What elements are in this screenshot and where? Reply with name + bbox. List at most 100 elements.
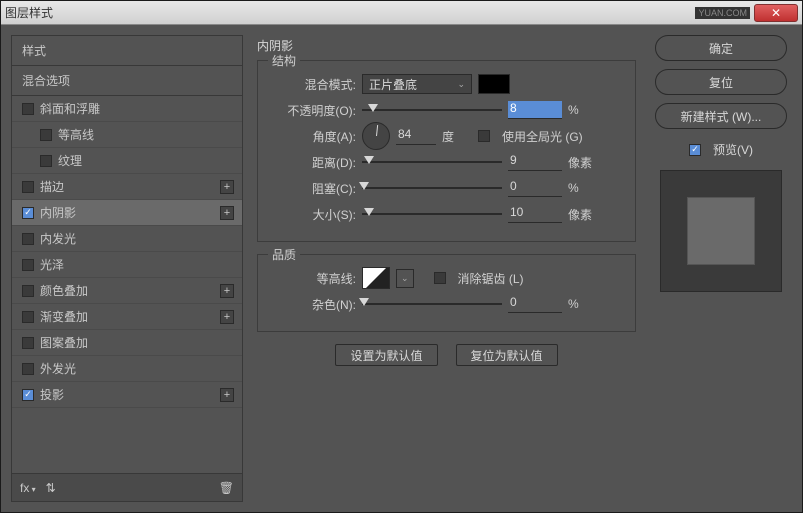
sidebar-item-outer-glow[interactable]: 外发光: [12, 356, 242, 382]
unit-px: 像素: [568, 206, 598, 223]
quality-group: 品质 等高线: ⌄ 消除锯齿 (L) 杂色(N): 0 %: [257, 254, 636, 332]
unit-degree: 度: [442, 128, 472, 145]
checkbox[interactable]: [22, 181, 34, 193]
sidebar-item-gradient-overlay[interactable]: 渐变叠加 +: [12, 304, 242, 330]
window-title: 图层样式: [5, 4, 695, 21]
preview-thumbnail: [660, 170, 782, 292]
styles-header[interactable]: 样式: [12, 36, 242, 66]
sidebar-item-bevel[interactable]: 斜面和浮雕: [12, 96, 242, 122]
checkbox[interactable]: [22, 285, 34, 297]
global-light-checkbox[interactable]: [478, 130, 490, 142]
sidebar-footer: fx ▾ ⇅ 🗑: [12, 473, 242, 501]
sidebar-item-label: 内发光: [40, 230, 76, 247]
checkbox[interactable]: [22, 389, 34, 401]
ok-button[interactable]: 确定: [655, 35, 787, 61]
chevron-down-icon: ⌄: [457, 79, 465, 90]
close-icon: ✕: [771, 6, 781, 20]
trash-icon[interactable]: 🗑: [219, 481, 234, 495]
sidebar-item-pattern-overlay[interactable]: 图案叠加: [12, 330, 242, 356]
add-icon[interactable]: +: [220, 310, 234, 324]
make-default-button[interactable]: 设置为默认值: [335, 344, 437, 366]
checkbox[interactable]: [22, 259, 34, 271]
opacity-slider[interactable]: [362, 102, 502, 118]
angle-dial[interactable]: [362, 122, 390, 150]
sidebar-item-contour[interactable]: 等高线: [12, 122, 242, 148]
distance-label: 距离(D):: [270, 154, 356, 171]
choke-slider[interactable]: [362, 180, 502, 196]
distance-slider[interactable]: [362, 154, 502, 170]
unit-percent: %: [568, 181, 598, 195]
sidebar-item-label: 光泽: [40, 256, 64, 273]
checkbox[interactable]: [22, 207, 34, 219]
new-style-button[interactable]: 新建样式 (W)...: [655, 103, 787, 129]
distance-input[interactable]: 9: [508, 153, 562, 171]
contour-label: 等高线:: [270, 270, 356, 287]
checkbox[interactable]: [40, 155, 52, 167]
noise-slider[interactable]: [362, 296, 502, 312]
unit-percent: %: [568, 297, 598, 311]
antialias-label: 消除锯齿 (L): [458, 270, 524, 287]
sidebar-item-stroke[interactable]: 描边 +: [12, 174, 242, 200]
close-button[interactable]: ✕: [754, 4, 798, 22]
choke-label: 阻塞(C):: [270, 180, 356, 197]
size-slider[interactable]: [362, 206, 502, 222]
add-icon[interactable]: +: [220, 206, 234, 220]
checkbox[interactable]: [22, 311, 34, 323]
checkbox[interactable]: [22, 233, 34, 245]
size-input[interactable]: 10: [508, 205, 562, 223]
sidebar-item-inner-shadow[interactable]: 内阴影 +: [12, 200, 242, 226]
logo-badge: YUAN.COM: [695, 7, 750, 19]
opacity-input[interactable]: 8: [508, 101, 562, 119]
contour-picker[interactable]: [362, 267, 390, 289]
checkbox[interactable]: [22, 103, 34, 115]
noise-input[interactable]: 0: [508, 295, 562, 313]
layer-style-dialog: 图层样式 YUAN.COM ✕ 样式 混合选项 斜面和浮雕 等高线 纹理 描边 …: [0, 0, 803, 513]
titlebar[interactable]: 图层样式 YUAN.COM ✕: [1, 1, 802, 25]
preview-inner: [687, 197, 755, 265]
dropdown-value: 正片叠底: [369, 76, 417, 93]
sidebar-item-label: 斜面和浮雕: [40, 100, 100, 117]
chevron-down-icon[interactable]: ⌄: [396, 269, 414, 288]
angle-label: 角度(A):: [270, 128, 356, 145]
panel-title: 内阴影: [251, 35, 642, 56]
sidebar-item-texture[interactable]: 纹理: [12, 148, 242, 174]
sidebar-item-label: 颜色叠加: [40, 282, 88, 299]
blend-mode-label: 混合模式:: [270, 76, 356, 93]
opacity-label: 不透明度(O):: [270, 102, 356, 119]
preview-checkbox[interactable]: [689, 144, 701, 156]
structure-group: 结构 混合模式: 正片叠底 ⌄ 不透明度(O): 8 % 角度(A): [257, 60, 636, 242]
sidebar-item-label: 描边: [40, 178, 64, 195]
preview-label: 预览(V): [713, 141, 753, 158]
unit-percent: %: [568, 103, 598, 117]
up-down-icon[interactable]: ⇅: [46, 481, 56, 495]
checkbox[interactable]: [22, 337, 34, 349]
angle-input[interactable]: 84: [396, 127, 436, 145]
group-title: 品质: [268, 246, 300, 263]
global-light-label: 使用全局光 (G): [502, 128, 583, 145]
sidebar-item-drop-shadow[interactable]: 投影 +: [12, 382, 242, 408]
sidebar-item-label: 投影: [40, 386, 64, 403]
add-icon[interactable]: +: [220, 388, 234, 402]
noise-label: 杂色(N):: [270, 296, 356, 313]
blend-mode-dropdown[interactable]: 正片叠底 ⌄: [362, 74, 472, 94]
sidebar-item-color-overlay[interactable]: 颜色叠加 +: [12, 278, 242, 304]
add-icon[interactable]: +: [220, 284, 234, 298]
styles-sidebar: 样式 混合选项 斜面和浮雕 等高线 纹理 描边 + 内阴影: [11, 35, 243, 502]
reset-default-button[interactable]: 复位为默认值: [456, 344, 558, 366]
add-icon[interactable]: +: [220, 180, 234, 194]
color-swatch[interactable]: [478, 74, 510, 94]
blend-options-header[interactable]: 混合选项: [12, 66, 242, 96]
antialias-checkbox[interactable]: [434, 272, 446, 284]
fx-menu-button[interactable]: fx ▾: [20, 481, 36, 495]
cancel-button[interactable]: 复位: [655, 69, 787, 95]
sidebar-item-satin[interactable]: 光泽: [12, 252, 242, 278]
choke-input[interactable]: 0: [508, 179, 562, 197]
sidebar-item-inner-glow[interactable]: 内发光: [12, 226, 242, 252]
sidebar-item-label: 图案叠加: [40, 334, 88, 351]
checkbox[interactable]: [40, 129, 52, 141]
right-column: 确定 复位 新建样式 (W)... 预览(V): [650, 35, 792, 502]
sidebar-item-label: 渐变叠加: [40, 308, 88, 325]
sidebar-item-label: 内阴影: [40, 204, 76, 221]
checkbox[interactable]: [22, 363, 34, 375]
sidebar-item-label: 等高线: [58, 126, 94, 143]
